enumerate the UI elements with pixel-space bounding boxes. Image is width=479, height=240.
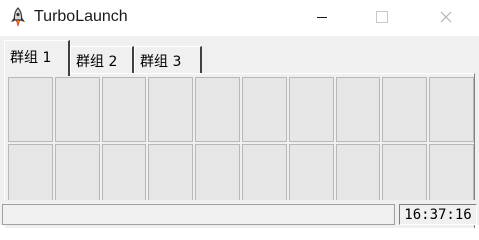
tab-label: 群组 2 — [76, 53, 118, 70]
status-message-pane — [2, 204, 395, 225]
tab-label: 群组 1 — [10, 49, 52, 66]
close-icon — [440, 11, 452, 23]
launch-slot[interactable] — [241, 77, 287, 142]
tab-group-2[interactable]: 群组 2 — [70, 46, 134, 74]
launch-grid — [8, 77, 474, 209]
launch-slot[interactable] — [195, 77, 240, 142]
maximize-button[interactable] — [352, 0, 412, 34]
client-area: 群组 1 群组 2 群组 3 — [0, 36, 479, 228]
launch-slot[interactable] — [335, 77, 381, 142]
tab-bar: 群组 1 群组 2 群组 3 — [2, 40, 477, 76]
launch-slot[interactable] — [101, 77, 147, 142]
minimize-icon — [316, 11, 328, 23]
tab-label: 群组 3 — [140, 53, 182, 70]
status-clock: 16:37:16 — [399, 204, 477, 225]
launch-slot[interactable] — [382, 77, 428, 142]
maximize-icon — [376, 11, 388, 23]
window-title: TurboLaunch — [34, 8, 128, 25]
tab-group-1[interactable]: 群组 1 — [4, 40, 70, 76]
title-bar[interactable]: TurboLaunch — [0, 0, 479, 36]
launch-slot[interactable] — [148, 77, 194, 142]
close-button[interactable] — [416, 0, 476, 34]
launch-slot[interactable] — [54, 77, 100, 142]
status-bar: 16:37:16 — [0, 200, 479, 225]
launch-slot[interactable] — [429, 77, 474, 142]
rocket-icon — [8, 7, 28, 29]
launch-slot[interactable] — [8, 77, 53, 142]
tab-group-3[interactable]: 群组 3 — [134, 46, 202, 74]
launch-slot[interactable] — [288, 77, 334, 142]
minimize-button[interactable] — [292, 0, 352, 34]
